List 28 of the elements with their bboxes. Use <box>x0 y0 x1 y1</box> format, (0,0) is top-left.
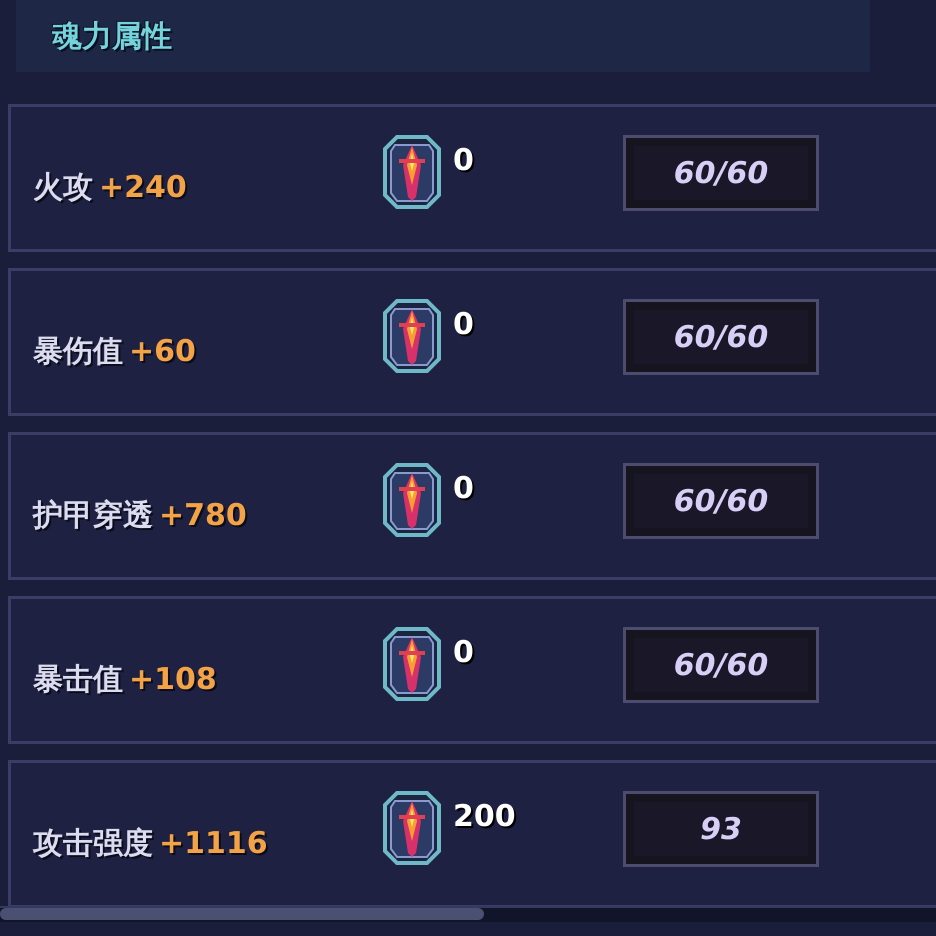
value-text: 60/60 <box>674 484 768 518</box>
attribute-bonus: +780 <box>159 498 247 532</box>
gem-icon <box>383 791 441 865</box>
attribute-bonus: +60 <box>129 334 196 368</box>
attribute-name: 暴伤值 <box>33 332 123 370</box>
scrollbar-thumb[interactable] <box>0 908 484 920</box>
value-text: 60/60 <box>674 156 768 190</box>
gem-count: 200 <box>453 799 517 834</box>
gem-icon <box>383 135 441 209</box>
gem-icon <box>383 463 441 537</box>
value-text: 60/60 <box>674 648 768 682</box>
attribute-name: 护甲穿透 <box>33 496 153 534</box>
gem-count: 0 <box>453 307 475 342</box>
panel-title: 魂力属性 <box>52 18 172 56</box>
gem-count: 0 <box>453 471 475 506</box>
attribute-bonus: +1116 <box>159 826 268 860</box>
gem-icon <box>383 627 441 701</box>
value-text: 93 <box>700 812 742 846</box>
attribute-bonus: +108 <box>129 662 217 696</box>
attribute-name: 暴击值 <box>33 660 123 698</box>
attribute-name: 攻击强度 <box>33 824 153 862</box>
scrollbar[interactable] <box>0 906 936 922</box>
value-text: 60/60 <box>674 320 768 354</box>
gem-icon <box>383 299 441 373</box>
attribute-name: 火攻 <box>33 168 93 206</box>
gem-count: 0 <box>453 635 475 670</box>
gem-count: 0 <box>453 143 475 178</box>
attribute-bonus: +240 <box>99 170 187 204</box>
